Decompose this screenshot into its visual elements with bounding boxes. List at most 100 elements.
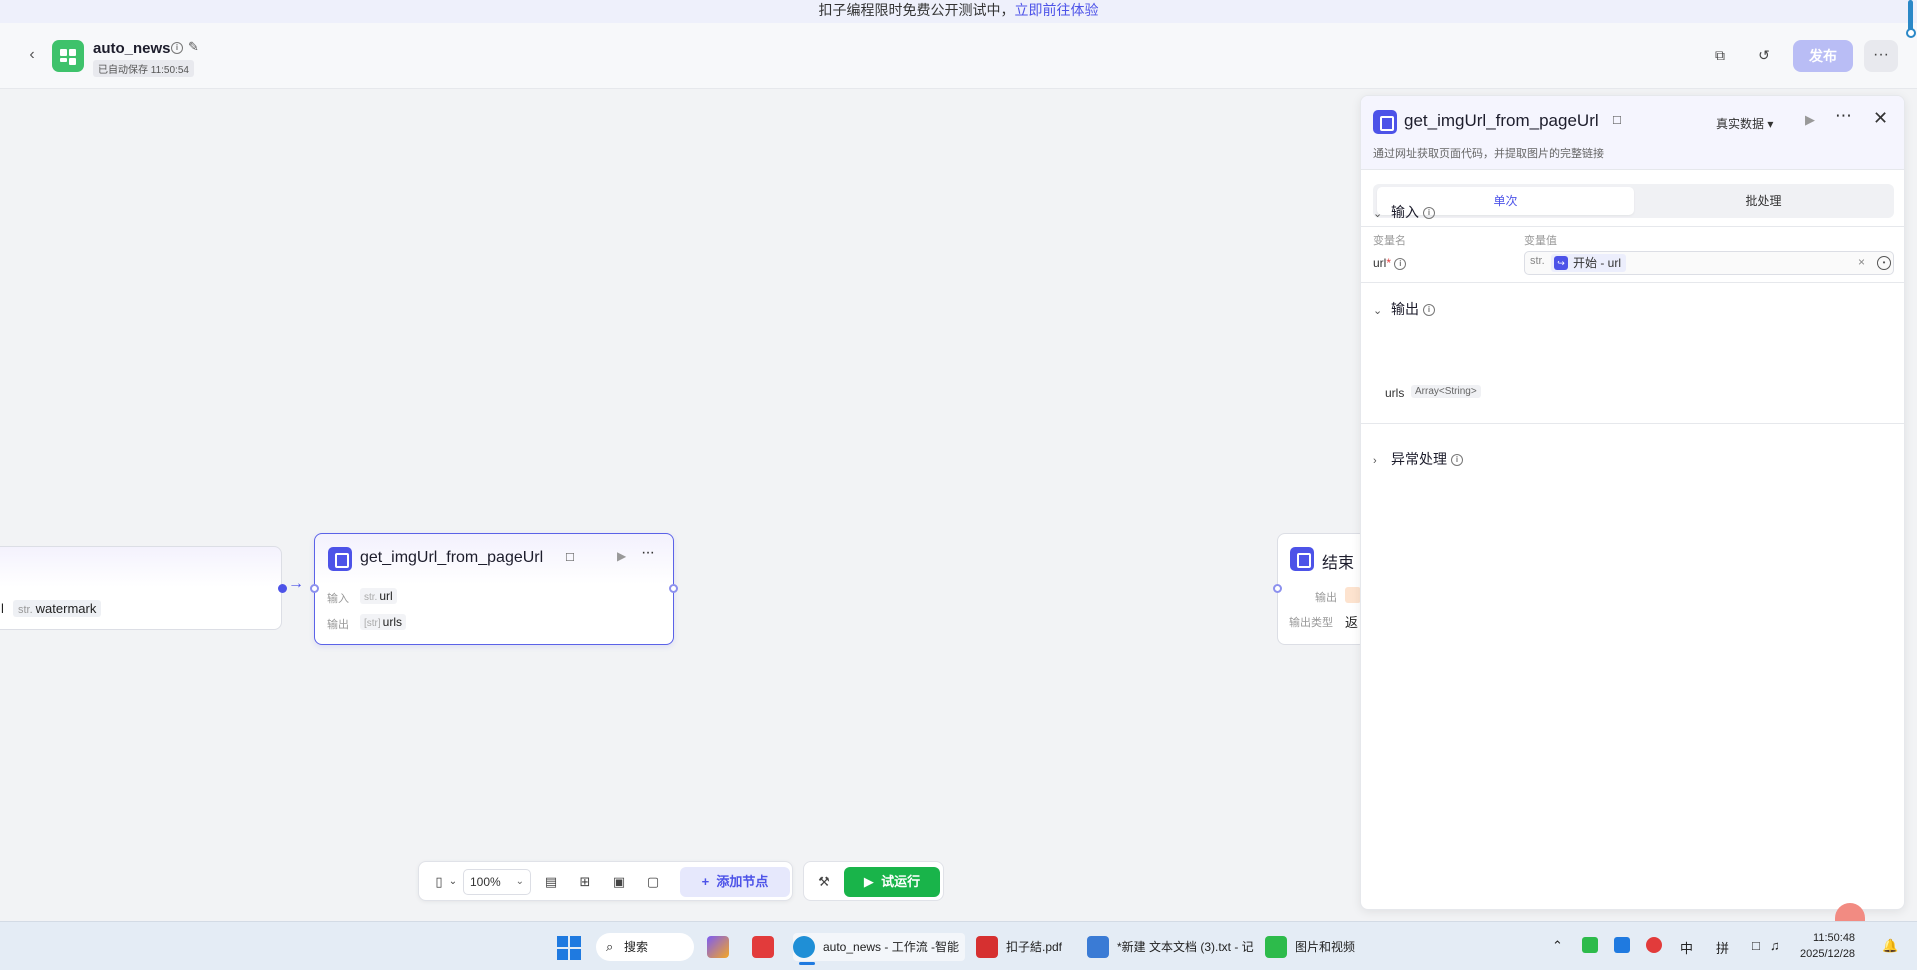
section-label: 输出 bbox=[1391, 301, 1419, 317]
output-label: 输出 bbox=[1315, 592, 1337, 604]
settings-icon[interactable]: • bbox=[1877, 256, 1891, 270]
divider bbox=[1361, 226, 1904, 227]
code-input-port[interactable] bbox=[310, 584, 319, 593]
info-icon[interactable]: i bbox=[1423, 304, 1435, 317]
start-node-output-chip: str. watermark bbox=[13, 600, 102, 617]
edge-arrow-icon: → bbox=[288, 575, 304, 592]
variable-value-field[interactable]: str. ↪ 开始 - url × • bbox=[1524, 251, 1894, 275]
output-chip: [str] urls bbox=[360, 614, 407, 630]
info-icon[interactable]: i bbox=[1423, 207, 1435, 220]
start-output-port[interactable] bbox=[278, 584, 287, 593]
back-arrow-icon[interactable]: ‹ bbox=[22, 45, 42, 65]
code-output-port[interactable] bbox=[669, 584, 678, 593]
chevron-down-icon: ⌄ bbox=[1373, 208, 1383, 220]
node-title: get_imgUrl_from_pageUrl bbox=[360, 549, 544, 566]
chip-label: watermark bbox=[35, 601, 97, 616]
history-icon[interactable]: ↺ bbox=[1751, 42, 1777, 68]
os-taskbar: ⌕ 搜索 auto_news - 工作流 -智能 扣子結.pdf *新建 文本文档… bbox=[0, 921, 1917, 970]
header-more-button[interactable]: ··· bbox=[1864, 40, 1898, 72]
node-description[interactable]: 通过网址获取页面代码，并提取图片的完整链接 bbox=[1373, 145, 1604, 161]
required-mark: * bbox=[1386, 256, 1392, 270]
code-node-get-imgurl[interactable]: get_imgUrl_from_pageUrl ☐ ▶ ··· 输入 str. u… bbox=[314, 533, 674, 645]
zoom-value: 100% bbox=[470, 875, 501, 889]
chevron-down-icon: ▾ bbox=[1767, 117, 1774, 131]
pdf-icon bbox=[976, 936, 998, 958]
info-icon[interactable]: i bbox=[1394, 257, 1407, 270]
add-node-button[interactable]: + 添加节点 bbox=[680, 867, 790, 897]
banner-text: 扣子编程限时免费公开测试中， bbox=[818, 2, 1015, 18]
output-label: 输出 bbox=[327, 619, 349, 631]
reference-label: 开始 - url bbox=[1573, 256, 1622, 270]
lock-icon: ☐ bbox=[565, 552, 575, 564]
output-type-value: 返 bbox=[1345, 615, 1359, 630]
taskbar-app-pdf[interactable]: 扣子結.pdf bbox=[976, 933, 1076, 961]
code-node-icon bbox=[328, 547, 352, 571]
input-section-header[interactable]: ⌄ 输入 i bbox=[1373, 202, 1435, 222]
panel-more-button[interactable]: ⋯ bbox=[1835, 106, 1852, 126]
tab-batch[interactable]: 批处理 bbox=[1635, 187, 1892, 215]
end-node[interactable]: 结束 输出 输出类型 返 bbox=[1277, 533, 1367, 645]
run-node-icon[interactable]: ▶ bbox=[1805, 112, 1815, 128]
info-icon[interactable]: i bbox=[1451, 454, 1463, 467]
taskbar-app-notepad[interactable]: *新建 文本文档 (3).txt - 记 bbox=[1087, 933, 1254, 961]
test-run-label: 试运行 bbox=[881, 874, 921, 889]
taskbar-copilot[interactable] bbox=[707, 933, 735, 961]
search-label: 搜索 bbox=[624, 940, 649, 954]
taskbar-app-wechat[interactable]: 图片和视频 bbox=[1265, 933, 1365, 961]
banner-link[interactable]: 立即前往体验 bbox=[1015, 2, 1099, 18]
data-mode-label: 真实数据 bbox=[1716, 117, 1765, 131]
notification-bell-icon[interactable]: 🔔 bbox=[1882, 938, 1898, 954]
minimap-icon[interactable]: ▢ bbox=[641, 870, 665, 894]
run-mode-segmented: 单次 批处理 bbox=[1373, 184, 1894, 218]
divider bbox=[1361, 282, 1904, 283]
node-config-panel: get_imgUrl_from_pageUrl ☐ 真实数据 ▾ ▶ ⋯ ✕ 通… bbox=[1360, 95, 1905, 910]
search-icon: ⌕ bbox=[606, 939, 614, 954]
promo-banner: 扣子编程限时免费公开测试中，立即前往体验 bbox=[0, 0, 1917, 23]
comment-icon[interactable]: ▤ bbox=[539, 870, 563, 894]
taskbar-app-browser[interactable]: auto_news - 工作流 -智能 bbox=[793, 933, 965, 965]
type-label: str. bbox=[1530, 255, 1545, 267]
taskbar-wps[interactable] bbox=[752, 933, 780, 961]
chevron-down-icon[interactable]: ⌄ bbox=[441, 870, 465, 894]
section-label: 异常处理 bbox=[1391, 451, 1447, 467]
window-scrollbar[interactable] bbox=[1904, 0, 1917, 40]
error-handling-section-header[interactable]: › 异常处理 i bbox=[1373, 449, 1463, 469]
tray-overflow-icon[interactable]: ⌃ bbox=[1552, 938, 1563, 954]
ime-mode[interactable]: 拼 bbox=[1716, 938, 1729, 957]
test-run-button[interactable]: ▶ 试运行 bbox=[844, 867, 940, 897]
layout-grid-icon[interactable]: ⊞ bbox=[573, 870, 597, 894]
canvas-toolbar: ▯ ⌄ 100% ⌄ ▤ ⊞ ▣ ▢ + 添加节点 bbox=[418, 861, 793, 901]
copy-icon[interactable]: ⧉ bbox=[1707, 42, 1733, 68]
debug-tool-icon[interactable]: ⚒ bbox=[812, 870, 836, 894]
zoom-select[interactable]: 100% ⌄ bbox=[463, 869, 531, 895]
system-clock[interactable]: 11:50:48 2025/12/28 bbox=[1800, 930, 1855, 962]
close-icon[interactable]: ✕ bbox=[1873, 108, 1888, 129]
antivirus-tray-icon[interactable] bbox=[1646, 937, 1662, 953]
publish-button[interactable]: 发布 bbox=[1793, 40, 1853, 72]
start-node-text-fragment: l bbox=[1, 601, 4, 616]
data-mode-dropdown[interactable]: 真实数据 ▾ bbox=[1716, 115, 1773, 132]
output-section-header[interactable]: ⌄ 输出 i bbox=[1373, 299, 1435, 319]
run-node-icon[interactable]: ▶ bbox=[617, 549, 626, 563]
wps-icon bbox=[752, 936, 774, 958]
node-more-button[interactable]: ··· bbox=[641, 544, 655, 562]
wechat-icon bbox=[1265, 936, 1287, 958]
taskbar-search[interactable]: ⌕ 搜索 bbox=[596, 933, 694, 961]
clear-icon[interactable]: × bbox=[1858, 255, 1865, 269]
volume-icon[interactable]: ♫ bbox=[1770, 938, 1780, 953]
edit-icon[interactable]: ✎ bbox=[188, 39, 199, 55]
network-icon[interactable]: □ bbox=[1752, 938, 1760, 953]
ime-language[interactable]: 中 bbox=[1680, 938, 1693, 957]
notepad-icon bbox=[1087, 936, 1109, 958]
variable-reference-tag[interactable]: ↪ 开始 - url bbox=[1551, 254, 1627, 272]
start-node[interactable]: l str. watermark bbox=[0, 546, 282, 630]
wechat-tray-icon[interactable] bbox=[1582, 937, 1598, 953]
info-icon[interactable]: i bbox=[171, 42, 183, 54]
dingtalk-tray-icon[interactable] bbox=[1614, 937, 1630, 953]
var-name-label: url bbox=[1373, 256, 1387, 270]
panel-title[interactable]: get_imgUrl_from_pageUrl bbox=[1404, 111, 1599, 131]
image-icon[interactable]: ▣ bbox=[607, 870, 631, 894]
end-input-port[interactable] bbox=[1273, 584, 1282, 593]
windows-start-icon[interactable] bbox=[557, 936, 581, 960]
panel-header: get_imgUrl_from_pageUrl ☐ 真实数据 ▾ ▶ ⋯ ✕ 通… bbox=[1361, 96, 1904, 170]
